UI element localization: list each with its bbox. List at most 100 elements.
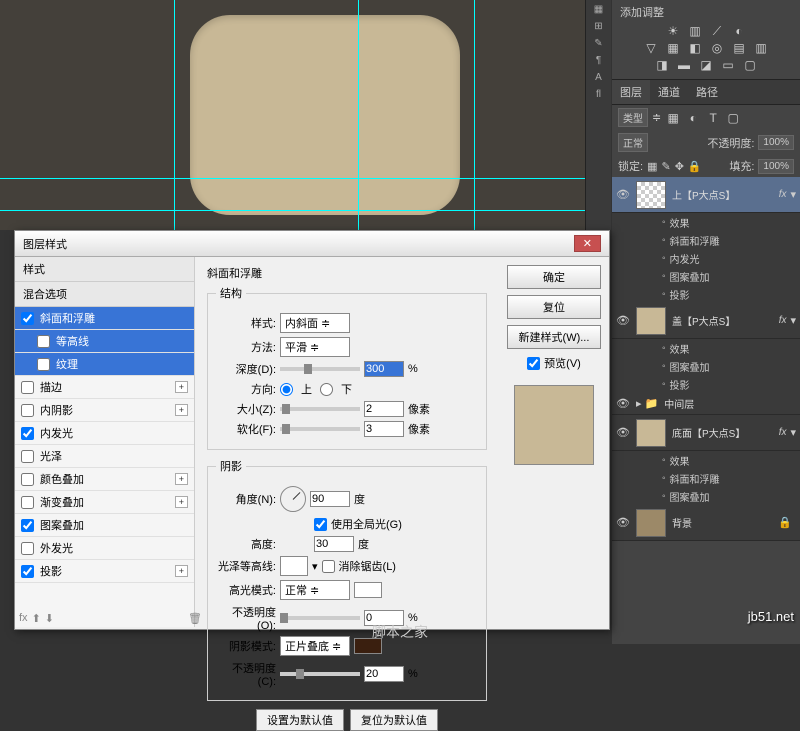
visibility-icon[interactable]: 👁 [616, 426, 630, 439]
fill-value[interactable]: 100% [758, 159, 794, 174]
style-checkbox[interactable] [37, 335, 50, 348]
tool-icon[interactable]: fl [596, 89, 601, 100]
effect-item[interactable]: 效果 [612, 339, 800, 357]
canvas-area[interactable] [0, 0, 585, 230]
effect-item[interactable]: 效果 [612, 451, 800, 469]
layer-row[interactable]: 👁 盖【P大点S】 fx ▾ [612, 303, 800, 339]
style-checkbox[interactable] [21, 381, 34, 394]
style-bevel[interactable]: 斜面和浮雕 [15, 307, 194, 330]
posterize-icon[interactable]: ▬ [676, 58, 692, 72]
cancel-button[interactable]: 复位 [507, 295, 601, 319]
blend-mode-select[interactable]: 正常 [618, 133, 648, 152]
reset-default-button[interactable]: 复位为默认值 [350, 709, 438, 731]
fx-badge[interactable]: fx [779, 315, 787, 326]
lookup-icon[interactable]: ▥ [753, 41, 769, 55]
add-icon[interactable]: + [175, 565, 188, 577]
style-select[interactable]: 内斜面 ≑ [280, 313, 350, 333]
opacity-value[interactable]: 100% [758, 135, 794, 150]
style-checkbox[interactable] [21, 312, 34, 325]
layer-thumb[interactable] [636, 419, 666, 447]
layer-row[interactable]: 👁 底面【P大点S】 fx ▾ [612, 415, 800, 451]
style-checkbox[interactable] [21, 542, 34, 555]
lock-all-icon[interactable]: 🔒 [688, 160, 702, 173]
layer-thumb[interactable] [636, 181, 666, 209]
preview-checkbox[interactable] [527, 357, 540, 370]
dialog-titlebar[interactable]: 图层样式 ✕ [15, 231, 609, 257]
effect-item[interactable]: 斜面和浮雕 [612, 231, 800, 249]
highlight-color[interactable] [354, 582, 382, 598]
hue-icon[interactable]: ▦ [665, 41, 681, 55]
vibrance-icon[interactable]: ▽ [643, 41, 659, 55]
brightness-icon[interactable]: ☀ [665, 24, 681, 38]
photo-filter-icon[interactable]: ◎ [709, 41, 725, 55]
style-contour[interactable]: 等高线 [15, 330, 194, 353]
gradient-icon[interactable]: ▭ [720, 58, 736, 72]
effect-item[interactable]: 投影 [612, 375, 800, 393]
layer-name[interactable]: 底面【P大点S】 [672, 425, 779, 440]
levels-icon[interactable]: ▥ [687, 24, 703, 38]
layer-name[interactable]: 中间层 [664, 396, 796, 411]
angle-control[interactable] [280, 486, 306, 512]
soften-slider[interactable] [280, 427, 360, 431]
style-texture[interactable]: 纹理 [15, 353, 194, 376]
depth-slider[interactable] [280, 367, 360, 371]
highlight-mode-select[interactable]: 正常 ≑ [280, 580, 350, 600]
tool-icon[interactable]: ¶ [596, 55, 601, 66]
style-pattern-overlay[interactable]: 图案叠加 [15, 514, 194, 537]
add-icon[interactable]: + [175, 473, 188, 485]
add-icon[interactable]: + [175, 381, 188, 393]
style-checkbox[interactable] [21, 404, 34, 417]
layer-thumb[interactable] [636, 509, 666, 537]
visibility-icon[interactable]: 👁 [616, 188, 630, 201]
effect-item[interactable]: 图案叠加 [612, 357, 800, 375]
layer-name[interactable]: 上【P大点S】 [672, 187, 779, 202]
style-checkbox[interactable] [37, 358, 50, 371]
filter-icon[interactable]: ◐ [685, 111, 701, 125]
angle-input[interactable]: 90 [310, 491, 350, 507]
shadow-opacity-input[interactable]: 20 [364, 666, 404, 682]
style-checkbox[interactable] [21, 519, 34, 532]
layer-name[interactable]: 盖【P大点S】 [672, 313, 779, 328]
depth-input[interactable]: 300 [364, 361, 404, 377]
layers-list[interactable]: 👁 上【P大点S】 fx ▾ 效果 斜面和浮雕 内发光 图案叠加 投影 👁 盖【… [612, 177, 800, 541]
filter-icon[interactable]: T [705, 111, 721, 125]
layer-name[interactable]: 背景 [672, 515, 778, 530]
style-color-overlay[interactable]: 颜色叠加+ [15, 468, 194, 491]
fx-badge[interactable]: fx [779, 189, 787, 200]
add-icon[interactable]: + [175, 496, 188, 508]
style-checkbox[interactable] [21, 496, 34, 509]
layer-thumb[interactable] [636, 307, 666, 335]
style-stroke[interactable]: 描边+ [15, 376, 194, 399]
visibility-icon[interactable]: 👁 [616, 314, 630, 327]
effect-item[interactable]: 内发光 [612, 249, 800, 267]
tool-icon[interactable]: ▦ [594, 4, 603, 15]
filter-icon[interactable]: ▢ [725, 111, 741, 125]
layer-row[interactable]: 👁 上【P大点S】 fx ▾ [612, 177, 800, 213]
tool-icon[interactable]: ⊞ [594, 21, 602, 32]
dir-up-radio[interactable] [280, 383, 293, 396]
style-inner-shadow[interactable]: 内阴影+ [15, 399, 194, 422]
effect-item[interactable]: 投影 [612, 285, 800, 303]
lock-pos-icon[interactable]: ✥ [675, 160, 684, 173]
lock-paint-icon[interactable]: ✎ [661, 160, 670, 173]
style-checkbox[interactable] [21, 427, 34, 440]
ok-button[interactable]: 确定 [507, 265, 601, 289]
style-checkbox[interactable] [21, 450, 34, 463]
exposure-icon[interactable]: ◐ [731, 24, 747, 38]
effect-item[interactable]: 斜面和浮雕 [612, 469, 800, 487]
dir-down-radio[interactable] [320, 383, 333, 396]
effect-item[interactable]: 效果 [612, 213, 800, 231]
technique-select[interactable]: 平滑 ≑ [280, 337, 350, 357]
highlight-opacity-slider[interactable] [280, 616, 360, 620]
tab-paths[interactable]: 路径 [688, 80, 726, 104]
soften-input[interactable]: 3 [364, 421, 404, 437]
styles-header[interactable]: 样式 [15, 257, 194, 282]
tab-layers[interactable]: 图层 [612, 80, 650, 104]
tab-channels[interactable]: 通道 [650, 80, 688, 104]
bw-icon[interactable]: ◧ [687, 41, 703, 55]
fx-badge[interactable]: fx [779, 427, 787, 438]
selective-icon[interactable]: ▢ [742, 58, 758, 72]
add-icon[interactable]: + [175, 404, 188, 416]
style-checkbox[interactable] [21, 473, 34, 486]
blend-options[interactable]: 混合选项 [15, 282, 194, 307]
